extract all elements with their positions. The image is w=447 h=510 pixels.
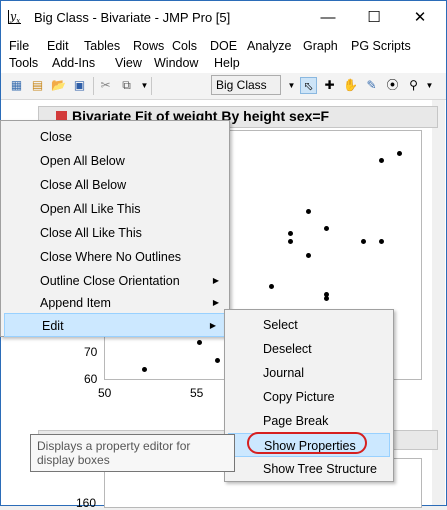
close-window-button[interactable]: ✕ xyxy=(398,2,442,34)
data-point[interactable] xyxy=(269,284,274,289)
menu-item-label: Outline Close Orientation xyxy=(40,274,180,288)
menu-item-show-tree-structure[interactable]: Show Tree Structure xyxy=(225,457,393,481)
jmp-logo-icon: yx xyxy=(8,10,22,26)
data-point[interactable] xyxy=(142,367,147,372)
menu-tools[interactable]: Tools xyxy=(9,56,38,70)
data-point[interactable] xyxy=(379,158,384,163)
menu-item-page-break[interactable]: Page Break xyxy=(225,409,393,433)
lasso-icon[interactable]: ⦿ xyxy=(384,77,401,94)
menu-help[interactable]: Help xyxy=(214,56,240,70)
menu-rows[interactable]: Rows xyxy=(133,39,164,53)
menu-tables[interactable]: Tables xyxy=(84,39,120,53)
menu-item-label: Page Break xyxy=(263,414,329,428)
menu-analyze[interactable]: Analyze xyxy=(247,39,291,53)
menu-item-close-where-no-outlines[interactable]: Close Where No Outlines xyxy=(1,245,229,269)
menu-item-label: Select xyxy=(263,318,298,332)
menu-item-label: Edit xyxy=(42,319,64,333)
data-point[interactable] xyxy=(397,151,402,156)
minimize-button[interactable]: — xyxy=(306,2,350,34)
data-point[interactable] xyxy=(324,226,329,231)
menu-item-copy-picture[interactable]: Copy Picture xyxy=(225,385,393,409)
submenu-arrow-icon: ▶ xyxy=(212,298,219,307)
maximize-button[interactable]: ☐ xyxy=(352,2,396,34)
menu-item-outline-close-orientation[interactable]: Outline Close Orientation ▶ xyxy=(1,269,229,293)
menu-item-label: Append Item xyxy=(40,296,111,310)
menu-item-append-item[interactable]: Append Item ▶ xyxy=(1,291,229,315)
toolbar-separator xyxy=(151,77,152,95)
menu-doe[interactable]: DOE xyxy=(210,39,237,53)
menu-item-label: Journal xyxy=(263,366,304,380)
data-point[interactable] xyxy=(361,239,366,244)
menu-file[interactable]: File xyxy=(9,39,29,53)
y-tick-label: 160 xyxy=(76,496,97,510)
data-point[interactable] xyxy=(379,239,384,244)
submenu-arrow-icon: ▶ xyxy=(212,276,219,285)
jmp-icon: yx xyxy=(8,10,26,26)
tooltip: Displays a property editor for display b… xyxy=(30,434,235,472)
toolbar: ▦ ▤ 📂 ▣ ✂ ⧉ ▼ Big Class ▼ ⬁ ✚ ✋ ✎ ⦿ ⚲ ▼ xyxy=(1,73,446,100)
menu-item-close-all-like-this[interactable]: Close All Like This xyxy=(1,221,229,245)
new-script-icon[interactable]: ▤ xyxy=(29,77,46,94)
menu-item-label: Deselect xyxy=(263,342,312,356)
chevron-down-icon[interactable]: ▼ xyxy=(283,77,300,94)
menu-view[interactable]: View xyxy=(115,56,142,70)
menu-item-journal[interactable]: Journal xyxy=(225,361,393,385)
menu-item-open-all-like-this[interactable]: Open All Like This xyxy=(1,197,229,221)
brush-icon[interactable]: ✎ xyxy=(363,77,380,94)
y-tick-label: 70 xyxy=(84,345,98,359)
open-folder-icon[interactable]: 📂 xyxy=(50,77,67,94)
context-menu: Close Open All Below Close All Below Ope… xyxy=(0,120,230,337)
menu-edit[interactable]: Edit xyxy=(47,39,69,53)
data-point[interactable] xyxy=(288,231,293,236)
copy-icon[interactable]: ⧉ xyxy=(118,77,135,94)
menu-graph[interactable]: Graph xyxy=(303,39,338,53)
menu-item-label: Show Tree Structure xyxy=(263,462,377,476)
highlight-ring xyxy=(247,432,367,454)
menu-item-label: Close xyxy=(40,130,72,144)
cut-icon[interactable]: ✂ xyxy=(97,77,114,94)
data-point[interactable] xyxy=(306,209,311,214)
menu-item-label: Close Where No Outlines xyxy=(40,250,182,264)
menu-pg-scripts[interactable]: PG Scripts xyxy=(351,39,411,53)
grabber-hand-icon[interactable]: ✋ xyxy=(342,77,359,94)
data-point[interactable] xyxy=(306,253,311,258)
menu-item-label: Open All Below xyxy=(40,154,125,168)
table-select[interactable]: Big Class xyxy=(211,75,281,95)
menu-item-deselect[interactable]: Deselect xyxy=(225,337,393,361)
new-table-icon[interactable]: ▦ xyxy=(8,77,25,94)
menu-item-label: Close All Like This xyxy=(40,226,142,240)
save-icon[interactable]: ▣ xyxy=(71,77,88,94)
menu-window[interactable]: Window xyxy=(154,56,198,70)
menu-item-select[interactable]: Select xyxy=(225,313,393,337)
menu-item-label: Close All Below xyxy=(40,178,127,192)
y-tick-label: 60 xyxy=(84,372,98,386)
menu-item-label: Open All Like This xyxy=(40,202,141,216)
x-tick-label: 50 xyxy=(98,386,112,400)
data-point[interactable] xyxy=(288,239,293,244)
chevron-down-icon[interactable]: ▼ xyxy=(421,77,438,94)
menu-item-close-all-below[interactable]: Close All Below xyxy=(1,173,229,197)
arrow-tool-icon[interactable]: ⬁ xyxy=(300,77,317,94)
menu-cols[interactable]: Cols xyxy=(172,39,197,53)
menu-item-label: Copy Picture xyxy=(263,390,335,404)
data-point[interactable] xyxy=(324,296,329,301)
window-title: Big Class - Bivariate - JMP Pro [5] xyxy=(34,10,231,25)
submenu-arrow-icon: ▶ xyxy=(209,321,216,330)
data-point[interactable] xyxy=(197,340,202,345)
menu-item-edit[interactable]: Edit ▶ xyxy=(4,313,227,337)
edit-submenu: Select Deselect Journal Copy Picture Pag… xyxy=(224,309,394,482)
menu-item-close[interactable]: Close xyxy=(1,125,229,149)
menu-bar: File Edit Tables Rows Cols DOE Analyze G… xyxy=(1,37,446,73)
menu-item-open-all-below[interactable]: Open All Below xyxy=(1,149,229,173)
crosshair-icon[interactable]: ✚ xyxy=(321,77,338,94)
menu-add-ins[interactable]: Add-Ins xyxy=(52,56,95,70)
toolbar-separator xyxy=(93,77,94,95)
magnifier-icon[interactable]: ⚲ xyxy=(405,77,422,94)
x-tick-label: 55 xyxy=(190,386,204,400)
data-point[interactable] xyxy=(215,358,220,363)
